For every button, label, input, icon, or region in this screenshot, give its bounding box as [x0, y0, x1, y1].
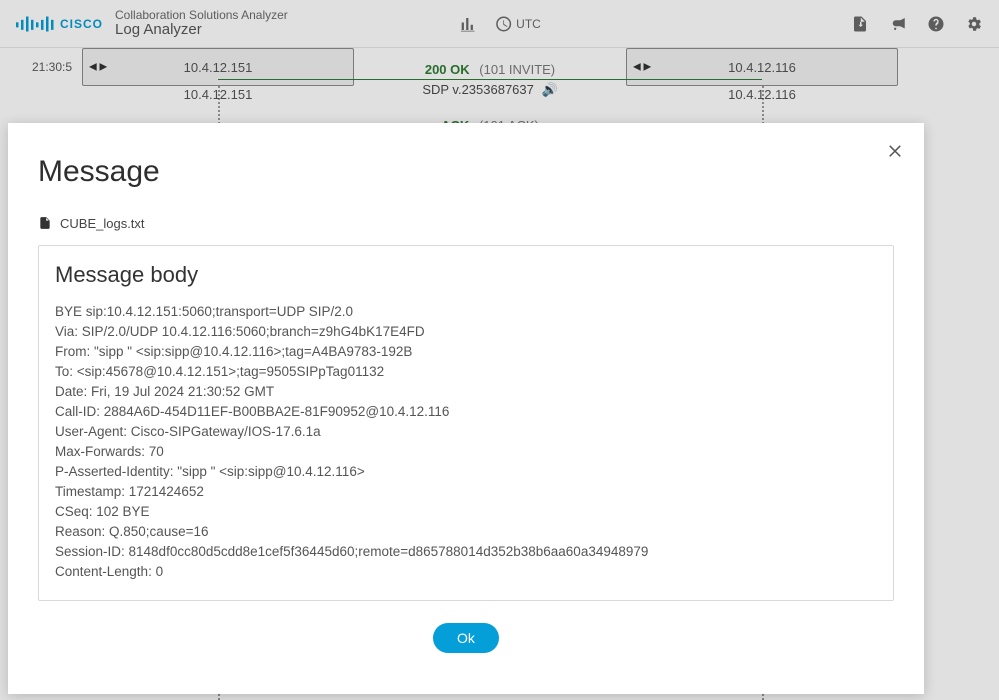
- message-line: Session-ID: 8148df0cc80d5cdd8e1cef5f3644…: [55, 542, 877, 562]
- time-gutter: 21:30:5: [0, 48, 82, 86]
- message-line: BYE sip:10.4.12.151:5060;transport=UDP S…: [55, 302, 877, 322]
- message-line: Reason: Q.850;cause=16: [55, 522, 877, 542]
- message-modal: Message CUBE_logs.txt Message body BYE s…: [8, 123, 924, 694]
- source-file: CUBE_logs.txt: [38, 215, 894, 231]
- modal-title: Message: [38, 155, 894, 189]
- message-line: To: <sip:45678@10.4.12.151>;tag=9505SIPp…: [55, 362, 877, 382]
- message-line: Max-Forwards: 70: [55, 442, 877, 462]
- msg-200ok-rule: [218, 79, 762, 80]
- message-line: Content-Length: 0: [55, 562, 877, 582]
- brand-titles: Collaboration Solutions Analyzer Log Ana…: [115, 9, 288, 39]
- message-line: P-Asserted-Identity: "sipp " <sip:sipp@1…: [55, 462, 877, 482]
- topbar: CISCO Collaboration Solutions Analyzer L…: [0, 0, 999, 48]
- close-button[interactable]: [884, 139, 906, 161]
- message-body-lines: BYE sip:10.4.12.151:5060;transport=UDP S…: [55, 302, 877, 582]
- msg-200ok[interactable]: 200 OK (101 INVITE) SDP v.2353687637 🔊: [218, 62, 762, 98]
- message-line: CSeq: 102 BYE: [55, 502, 877, 522]
- message-line: Date: Fri, 19 Jul 2024 21:30:52 GMT: [55, 382, 877, 402]
- timezone-indicator[interactable]: UTC: [494, 15, 541, 33]
- file-icon: [38, 215, 52, 231]
- page-title: Log Analyzer: [115, 22, 288, 39]
- message-line: Via: SIP/2.0/UDP 10.4.12.116:5060;branch…: [55, 322, 877, 342]
- speaker-icon[interactable]: 🔊: [542, 82, 558, 97]
- cisco-bars-icon: [16, 14, 56, 34]
- message-line: From: "sipp " <sip:sipp@10.4.12.116>;tag…: [55, 342, 877, 362]
- utc-label: UTC: [516, 17, 541, 31]
- app-title: Collaboration Solutions Analyzer: [115, 9, 288, 22]
- topbar-center: UTC: [458, 15, 541, 33]
- row-time: 21:30:5: [32, 60, 72, 74]
- close-icon: [886, 141, 904, 159]
- cisco-logo: CISCO: [16, 14, 103, 34]
- message-body-card: Message body BYE sip:10.4.12.151:5060;tr…: [38, 245, 894, 601]
- message-body-heading: Message body: [55, 262, 877, 288]
- gear-icon[interactable]: [965, 15, 983, 33]
- topbar-right: [851, 15, 983, 33]
- logo-text: CISCO: [60, 17, 103, 31]
- download-icon[interactable]: [851, 15, 869, 33]
- message-line: Call-ID: 2884A6D-454D11EF-B00BBA2E-81F90…: [55, 402, 877, 422]
- megaphone-icon[interactable]: [889, 15, 907, 33]
- msg-200ok-sub: (101 INVITE): [479, 62, 555, 77]
- message-line: User-Agent: Cisco-SIPGateway/IOS-17.6.1a: [55, 422, 877, 442]
- clock-icon: [494, 15, 512, 33]
- msg-200ok-label: 200 OK: [425, 62, 470, 77]
- message-line: Timestamp: 1721424652: [55, 482, 877, 502]
- source-filename: CUBE_logs.txt: [60, 216, 145, 231]
- endpoint-left-nav[interactable]: ◀ ▶: [89, 62, 107, 73]
- msg-sdp: SDP v.2353687637: [422, 82, 534, 97]
- help-icon[interactable]: [927, 15, 945, 33]
- bar-chart-icon[interactable]: [458, 15, 476, 33]
- ok-button[interactable]: Ok: [433, 623, 499, 653]
